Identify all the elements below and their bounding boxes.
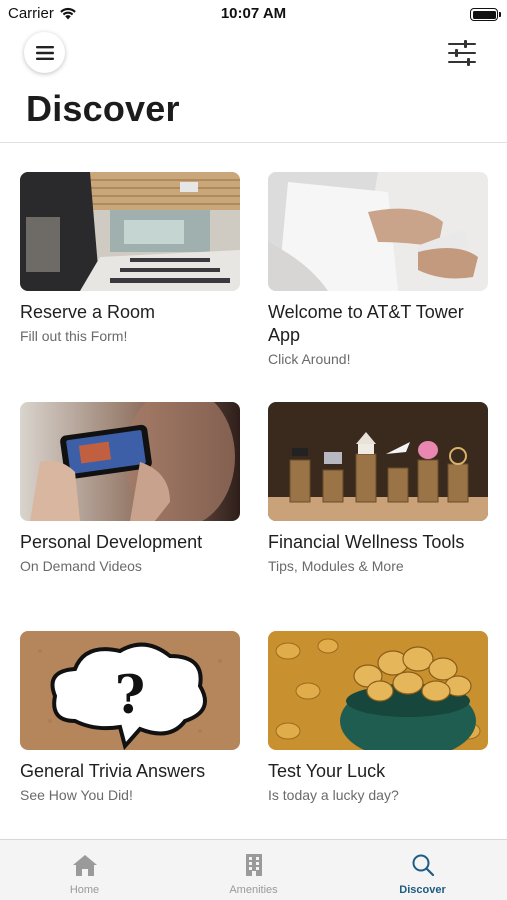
card-title: Personal Development [20, 532, 203, 552]
card-title: Reserve a Room [20, 302, 156, 322]
card-title: General Trivia Answers [20, 761, 206, 781]
card-title: Test Your Luck [268, 761, 386, 781]
clock: 10:07 AM [220, 5, 287, 22]
card-subtitle: Fill out this Form! [20, 328, 128, 344]
svg-text:?: ? [115, 665, 145, 726]
coin-stacks-image [268, 402, 488, 521]
card-test-luck[interactable]: Test Your Luck Is today a lucky day? [268, 631, 488, 804]
tab-label: Amenities [229, 884, 278, 896]
card-reserve-room[interactable]: Reserve a Room Fill out this Form! [20, 172, 240, 345]
page-title: Discover [26, 88, 180, 129]
tab-amenities[interactable]: Amenities [169, 840, 338, 900]
sliders-icon [448, 40, 476, 66]
person-phone-image [268, 172, 488, 291]
card-welcome[interactable]: Welcome to AT&T Tower App Click Around! [268, 172, 488, 368]
card-financial-wellness[interactable]: Financial Wellness Tools Tips, Modules &… [268, 402, 488, 575]
card-trivia[interactable]: ? General Trivia Answers See How You Did… [20, 631, 240, 804]
filter-button[interactable] [447, 40, 477, 66]
card-subtitle: Is today a lucky day? [268, 787, 399, 803]
card-subtitle: Tips, Modules & More [268, 558, 404, 574]
header-divider [0, 142, 507, 143]
card-subtitle: See How You Did! [20, 787, 133, 803]
tab-home[interactable]: Home [0, 840, 169, 900]
status-bar: Carrier 10:07 AM [0, 0, 507, 30]
building-icon [245, 854, 262, 876]
card-title: Financial Wellness Tools [268, 532, 465, 552]
hamburger-icon [35, 45, 54, 60]
card-title: Welcome to AT&T Tower App [268, 302, 464, 345]
card-personal-development[interactable]: Personal Development On Demand Videos [20, 402, 240, 575]
home-icon [72, 855, 97, 876]
tab-label: Discover [399, 884, 446, 896]
tab-discover[interactable]: Discover [338, 840, 507, 900]
tab-label: Home [69, 884, 100, 896]
tab-bar: Home Amenities Discover [0, 839, 507, 900]
search-icon [412, 854, 434, 877]
menu-button[interactable] [24, 32, 65, 73]
card-subtitle: Click Around! [268, 351, 351, 367]
conference-room-image [20, 172, 240, 291]
question-bubble-image: ? [20, 631, 240, 750]
battery-icon [470, 8, 501, 21]
video-phone-image [20, 402, 240, 521]
pot-of-gold-image [268, 631, 488, 750]
card-subtitle: On Demand Videos [20, 558, 142, 574]
